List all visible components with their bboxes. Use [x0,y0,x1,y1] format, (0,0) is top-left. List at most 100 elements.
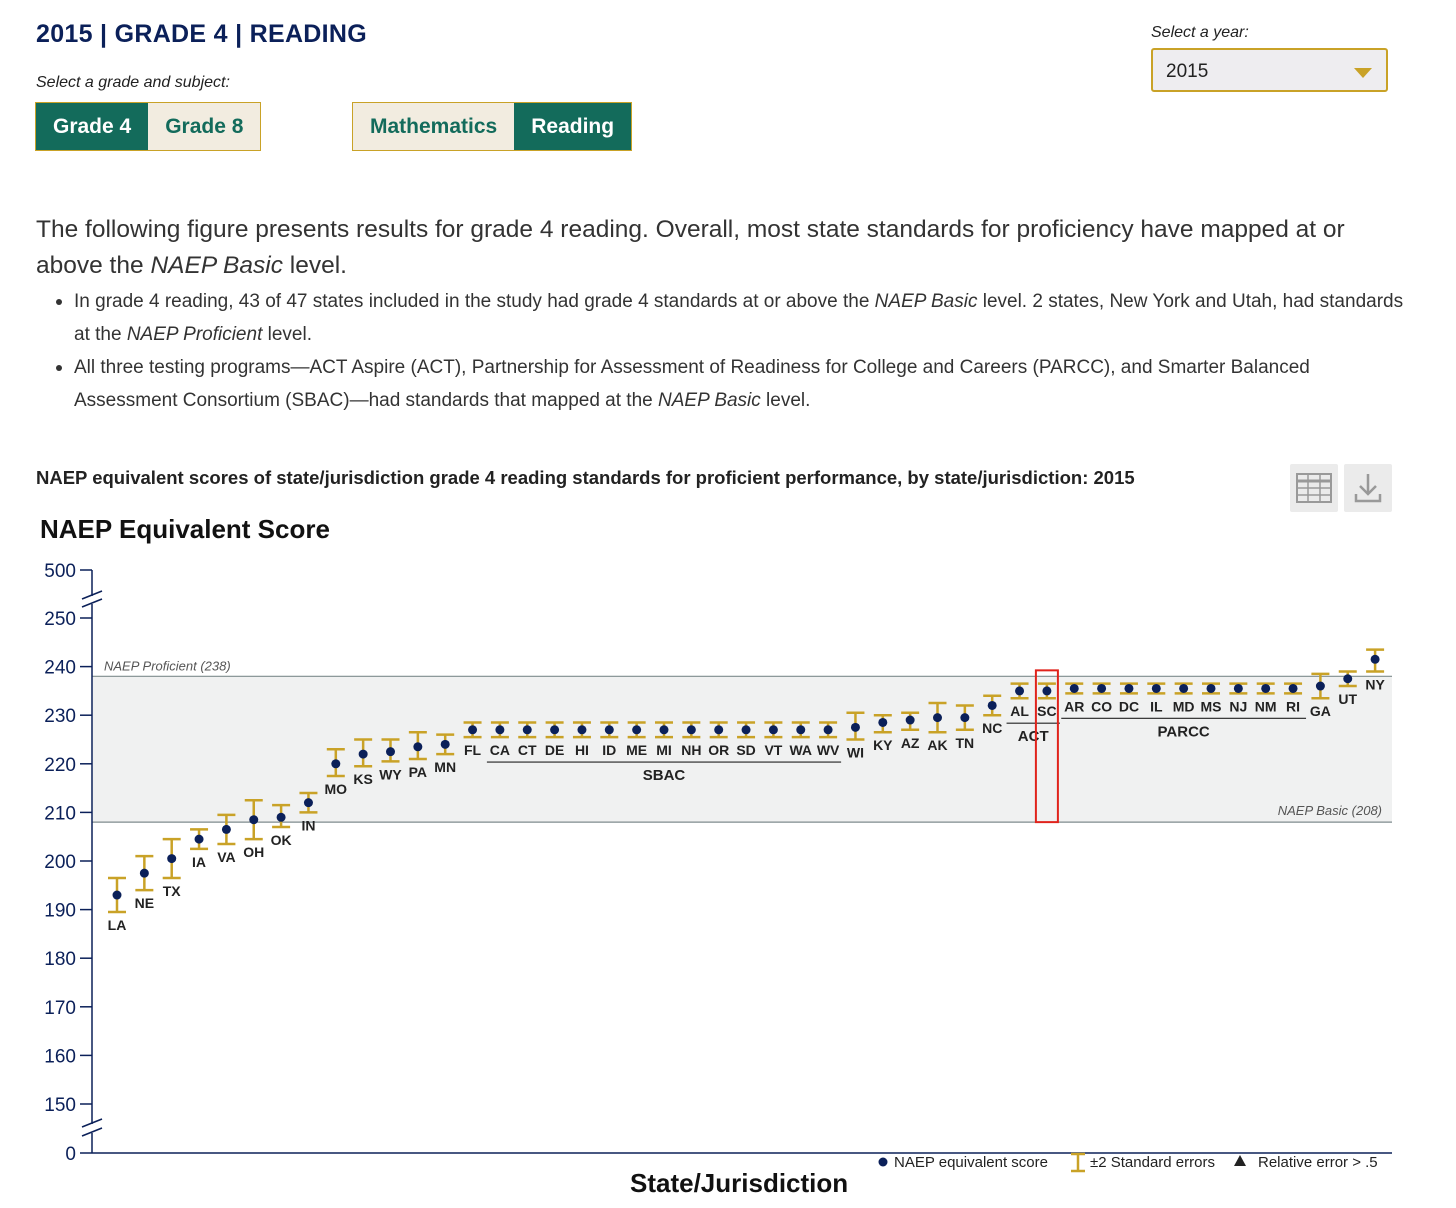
state-label-sd: SD [736,742,755,758]
data-point-ri [1288,683,1298,693]
data-point-pa [413,742,423,752]
state-label-mi: MI [656,742,672,758]
state-label-nj: NJ [1229,698,1247,714]
state-label-or: OR [708,742,729,758]
data-point-ct [522,725,532,735]
data-point-nm [1261,683,1271,693]
state-label-wi: WI [847,745,864,761]
state-label-me: ME [626,742,647,758]
data-point-ms [1206,683,1216,693]
state-label-co: CO [1091,698,1112,714]
state-label-ny: NY [1365,676,1385,692]
y-tick-label: 250 [44,609,76,630]
data-point-me [632,725,642,735]
data-point-sc [1042,686,1052,696]
legend-label: ±2 Standard errors [1090,1154,1215,1171]
state-label-sc: SC [1037,703,1056,719]
data-point-mi [659,725,669,735]
y-tick-label: 180 [44,949,76,970]
data-point-nh [686,725,696,735]
data-point-mo [331,759,341,769]
state-label-wv: WV [817,742,840,758]
state-label-la: LA [108,917,127,933]
data-point-hi [577,725,587,735]
state-label-dc: DC [1119,698,1139,714]
chart-svg: NAEP Proficient (238) NAEP Basic (208) 0 15… [44,561,1392,1173]
data-point-ca [495,725,505,735]
group-label-sbac: SBAC [643,767,686,784]
state-label-ne: NE [135,895,154,911]
state-label-al: AL [1010,703,1029,719]
legend-triangle-icon [1234,1155,1246,1166]
legend-label: NAEP equivalent score [894,1154,1048,1171]
data-point-fl [468,725,478,735]
y-tick-label: 200 [44,852,76,873]
state-label-ar: AR [1064,698,1084,714]
y-tick-label: 210 [44,803,76,824]
proficient-reference-label: NAEP Proficient (238) [104,658,231,673]
state-label-mn: MN [434,759,456,775]
data-point-az [905,715,915,725]
state-label-in: IN [301,817,315,833]
y-tick-label: 500 [44,561,76,582]
state-label-pa: PA [409,764,427,780]
state-label-wa: WA [789,742,812,758]
data-point-vt [768,725,778,735]
state-label-nh: NH [681,742,701,758]
data-point-ok [276,812,286,822]
data-point-co [1097,683,1107,693]
state-label-il: IL [1150,698,1163,714]
state-label-ms: MS [1201,698,1222,714]
state-label-ia: IA [192,854,206,870]
state-label-hi: HI [575,742,589,758]
data-point-oh [249,815,259,825]
data-point-sd [741,725,751,735]
data-point-wa [796,725,806,735]
state-label-nm: NM [1255,698,1277,714]
state-label-md: MD [1173,698,1195,714]
data-point-va [221,824,231,834]
state-label-de: DE [545,742,564,758]
legend-point-icon [878,1157,888,1167]
group-label-parcc: PARCC [1158,723,1210,740]
data-point-md [1179,683,1189,693]
data-point-ak [933,713,942,723]
data-point-id [604,725,614,735]
state-label-ky: KY [873,737,893,753]
data-point-ar [1069,683,1079,693]
data-point-wy [386,747,395,757]
data-point-nj [1233,683,1243,693]
state-label-tx: TX [163,883,182,899]
y-tick-label: 230 [44,706,76,727]
state-label-ca: CA [490,742,510,758]
y-tick-label: 190 [44,901,76,922]
state-label-mo: MO [325,781,348,797]
data-point-mn [440,739,450,749]
state-label-fl: FL [464,742,482,758]
group-label-act: ACT [1018,728,1049,745]
state-label-id: ID [602,742,616,758]
data-point-tx [167,854,177,864]
state-label-ks: KS [353,771,372,787]
state-label-oh: OH [243,844,264,860]
state-label-wy: WY [379,766,402,782]
state-label-ut: UT [1338,691,1357,707]
data-point-al [1015,686,1025,696]
state-label-az: AZ [901,735,920,751]
state-label-ri: RI [1286,698,1300,714]
data-point-la [112,890,122,900]
y-tick-label: 0 [65,1144,76,1165]
data-point-ga [1315,681,1325,691]
data-point-il [1151,683,1161,693]
data-point-wv [823,725,833,735]
data-point-de [550,725,560,735]
data-point-dc [1124,683,1134,693]
state-label-vt: VT [764,742,782,758]
legend-label: Relative error > .5 [1258,1154,1378,1171]
y-tick-label: 220 [44,755,76,776]
data-point-tn [960,713,970,723]
y-tick-label: 150 [44,1095,76,1116]
state-label-ga: GA [1310,703,1331,719]
state-label-tn: TN [956,735,975,751]
data-point-ne [139,868,149,878]
